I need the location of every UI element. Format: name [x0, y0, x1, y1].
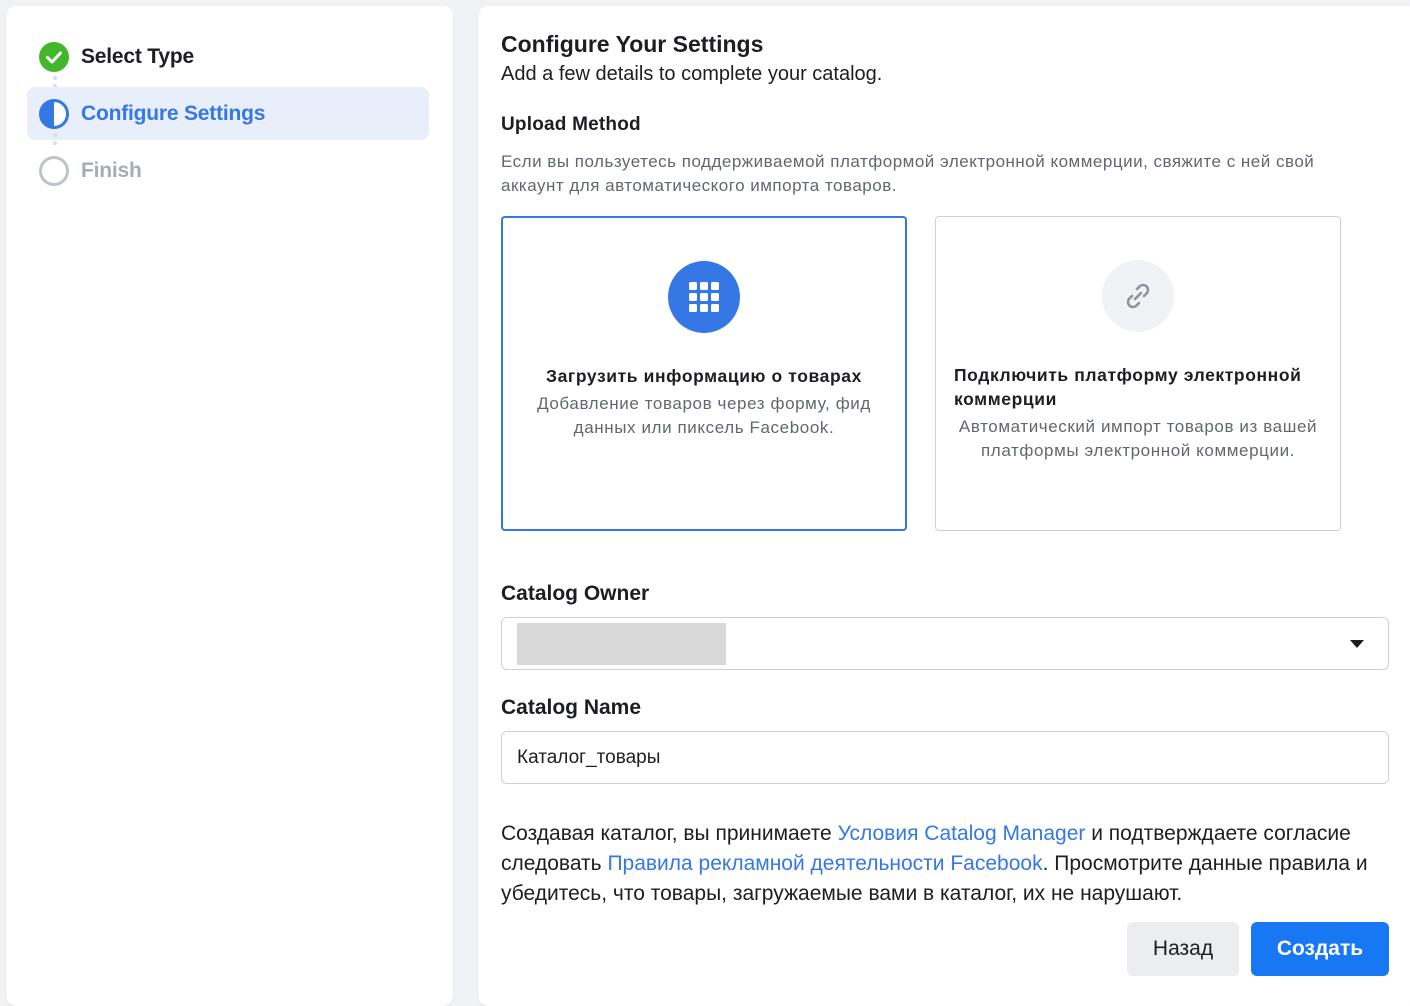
catalog-owner-label: Catalog Owner	[501, 582, 650, 605]
terms-text: Создавая каталог, вы принимаете Условия …	[501, 822, 1368, 905]
option-title: Подключить платформу электронной коммерц…	[954, 365, 1302, 409]
upload-option-ecommerce[interactable]: Подключить платформу электронной коммерц…	[935, 216, 1341, 531]
link-icon	[1102, 260, 1174, 332]
page-title: Configure Your Settings	[501, 31, 764, 57]
option-description: Добавление товаров через форму, фид данн…	[537, 394, 871, 437]
step-configure-settings[interactable]: Configure Settings	[27, 87, 429, 140]
upload-method-label: Upload Method	[501, 114, 641, 135]
step-label: Finish	[81, 158, 142, 182]
step-label: Configure Settings	[81, 101, 266, 125]
step-select-type[interactable]: Select Type	[27, 30, 429, 83]
upload-method-description: Если вы пользуетесь поддерживаемой платф…	[501, 152, 1315, 195]
step-label: Select Type	[81, 44, 194, 68]
back-button[interactable]: Назад	[1127, 922, 1239, 976]
create-button[interactable]: Создать	[1251, 922, 1389, 976]
catalog-manager-terms-link[interactable]: Условия Catalog Manager	[838, 822, 1086, 845]
wizard-stepper: Select Type Configure Settings Finish	[6, 6, 453, 1006]
catalog-name-field-wrapper	[501, 731, 1389, 784]
empty-circle-icon	[39, 155, 69, 186]
option-title: Загрузить информацию о товарах	[546, 366, 862, 386]
half-circle-icon	[39, 98, 69, 129]
upload-option-manual[interactable]: Загрузить информацию о товарах Добавлени…	[501, 216, 907, 531]
page-subtitle: Add a few details to complete your catal…	[501, 63, 883, 85]
catalog-owner-select[interactable]	[501, 617, 1389, 670]
check-circle-icon	[39, 41, 69, 72]
step-finish[interactable]: Finish	[27, 144, 429, 197]
option-description: Автоматический импорт товаров из вашей п…	[958, 417, 1318, 460]
catalog-name-label: Catalog Name	[501, 696, 642, 719]
catalog-owner-value	[517, 623, 726, 665]
caret-down-icon	[1350, 640, 1364, 648]
configure-settings-panel: Configure Your Settings Add a few detail…	[478, 6, 1410, 1006]
advertising-policies-link[interactable]: Правила рекламной деятельности Facebook	[607, 852, 1042, 875]
catalog-name-input[interactable]	[517, 732, 1367, 783]
grid-icon	[668, 261, 740, 333]
